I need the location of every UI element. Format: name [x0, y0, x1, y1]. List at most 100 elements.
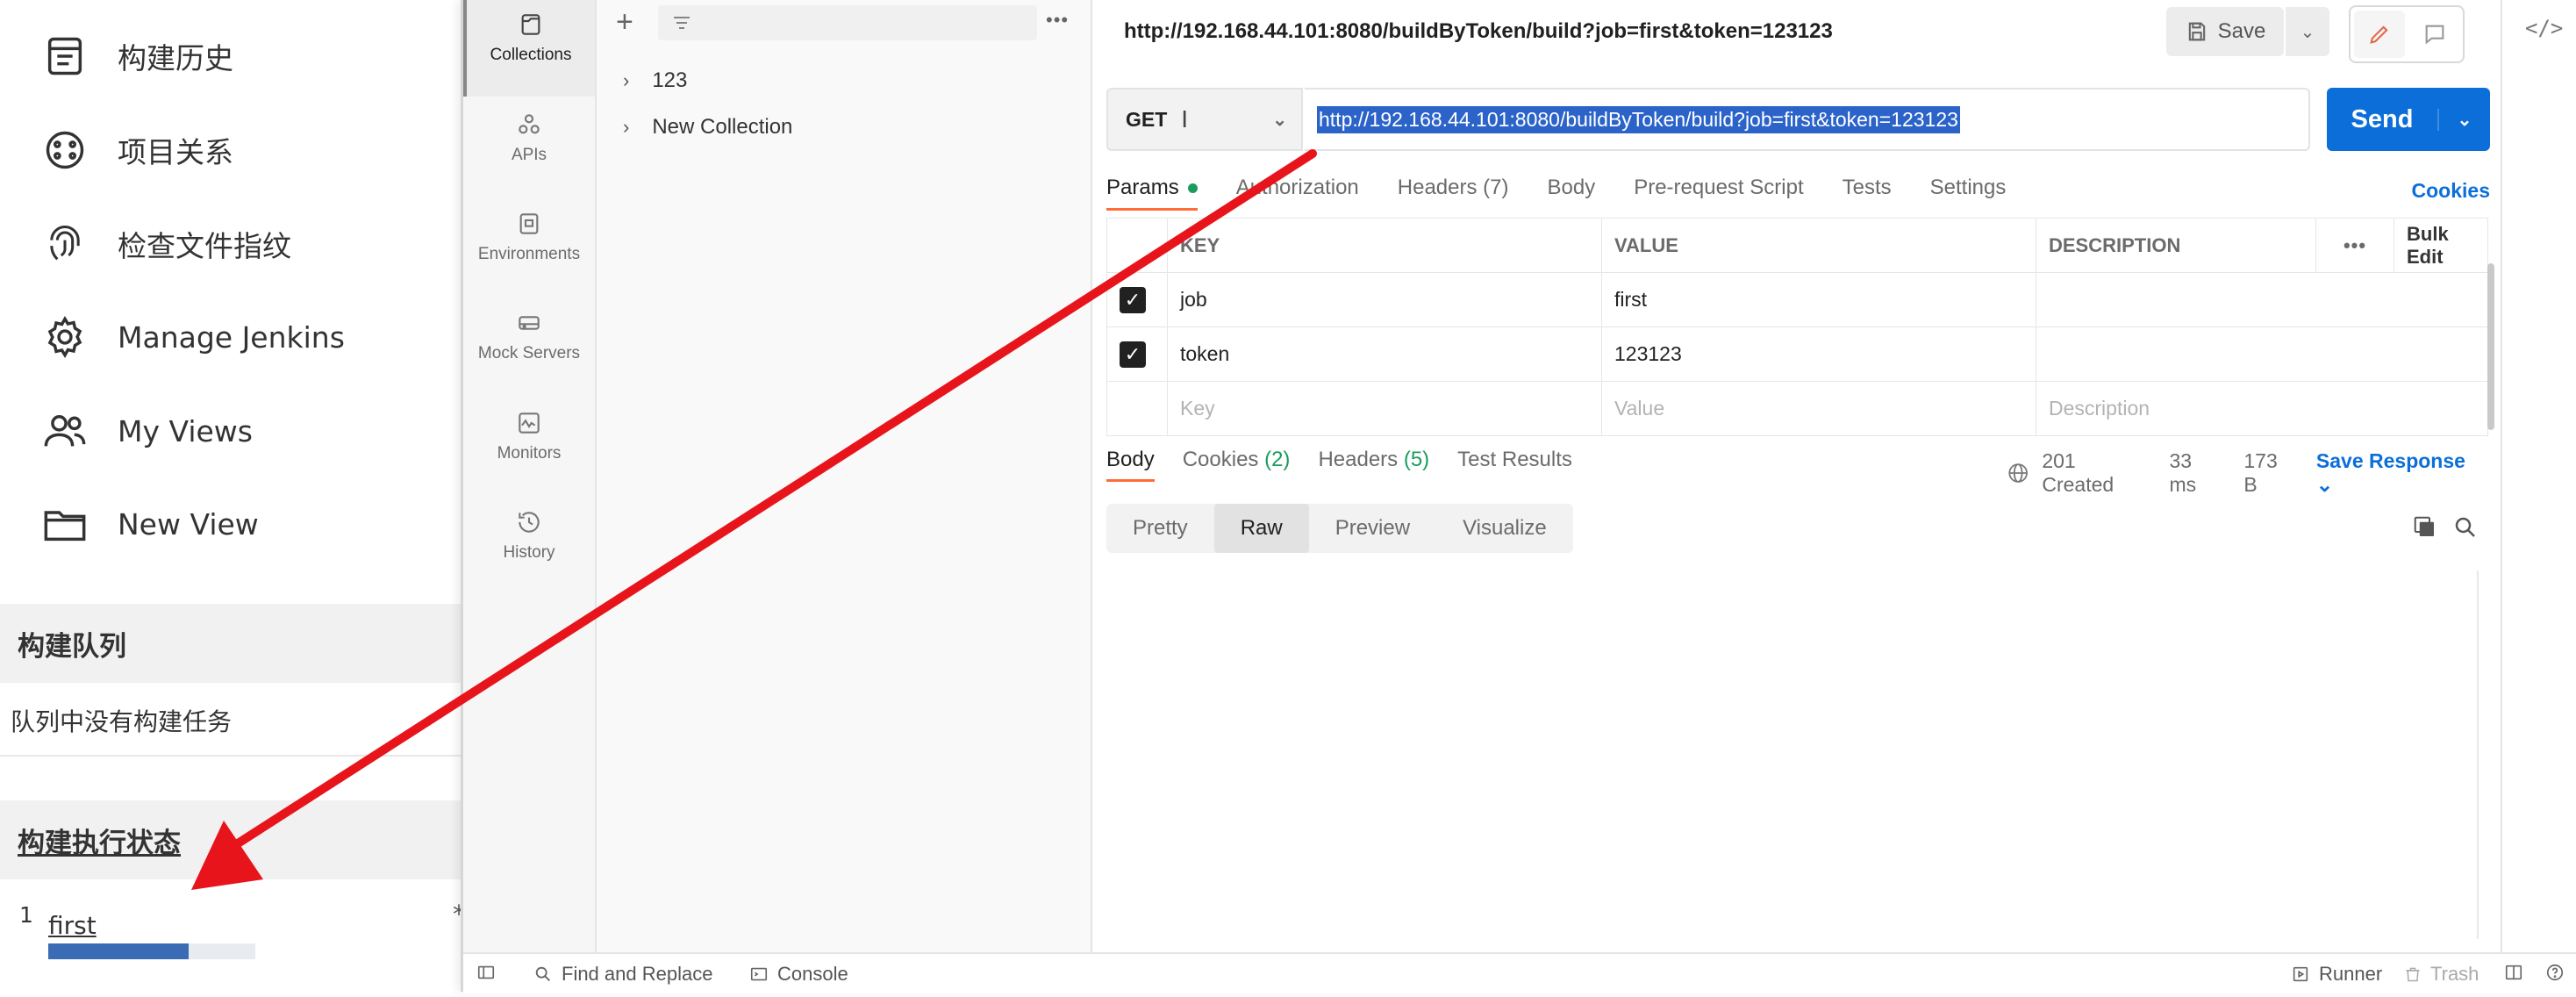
request-tab-title[interactable]: http://192.168.44.101:8080/buildByToken/… — [1124, 19, 1833, 44]
nav-label: 构建历史 — [118, 41, 233, 75]
trash-icon — [2406, 967, 2420, 982]
executor-index: 1 — [19, 902, 33, 928]
tab-params[interactable]: Params — [1106, 176, 1198, 211]
collection-label: 123 — [652, 68, 688, 92]
rail-environments[interactable]: Environments — [463, 199, 595, 296]
tab-settings[interactable]: Settings — [1930, 176, 2007, 211]
response-meta: 201 Created 33 ms 173 B Save Response ⌄ — [2007, 449, 2501, 497]
bulk-edit-button[interactable]: Bulk Edit — [2394, 218, 2488, 273]
nav-label: 项目关系 — [118, 135, 233, 169]
send-label: Send — [2351, 104, 2414, 133]
sidebar-toggle-icon[interactable] — [476, 963, 505, 982]
save-dropdown-button[interactable]: ⌄ — [2286, 7, 2329, 56]
table-header-row: KEY VALUE DESCRIPTION ••• Bulk Edit — [1106, 218, 2488, 273]
tab-body[interactable]: Body — [1548, 176, 1596, 211]
more-options-icon[interactable]: ••• — [2315, 218, 2394, 273]
help-icon[interactable] — [2544, 963, 2574, 982]
param-description-placeholder[interactable]: Description — [2036, 381, 2488, 436]
rail-mock-servers[interactable]: Mock Servers — [463, 298, 595, 395]
tab-test-results[interactable]: Test Results — [1457, 448, 1572, 482]
send-button[interactable]: Send ⌄ — [2327, 88, 2490, 151]
nav-label: 检查文件指纹 — [118, 229, 291, 263]
right-context-bar: </> — [2501, 0, 2576, 952]
mock-servers-icon — [519, 316, 540, 330]
console-button[interactable]: Console — [749, 963, 848, 986]
request-url-input[interactable]: http://192.168.44.101:8080/buildByToken/… — [1305, 88, 2310, 151]
code-icon[interactable]: </> — [2525, 16, 2563, 40]
format-raw[interactable]: Raw — [1213, 504, 1309, 553]
trash-button[interactable]: Trash — [2404, 963, 2479, 986]
response-time[interactable]: 33 ms — [2169, 449, 2221, 497]
environments-icon — [519, 213, 539, 234]
tab-response-headers[interactable]: Headers (5) — [1318, 448, 1429, 482]
apis-icon — [519, 114, 540, 134]
param-key[interactable]: job — [1167, 272, 1602, 327]
left-sidebar-rail: Collections APIs Environments Mock Serve… — [463, 0, 597, 952]
edit-mode-button[interactable] — [2354, 11, 2405, 58]
rail-history[interactable]: History — [463, 498, 595, 594]
chevron-down-icon[interactable]: ⌄ — [2437, 108, 2490, 131]
nav-my-views[interactable]: My Views — [42, 396, 253, 466]
response-size[interactable]: 173 B — [2243, 449, 2293, 497]
param-key-placeholder[interactable]: Key — [1167, 381, 1602, 436]
save-button[interactable]: Save — [2166, 7, 2284, 56]
tab-count: (5) — [1403, 448, 1430, 471]
tab-tests[interactable]: Tests — [1843, 176, 1892, 211]
format-preview[interactable]: Preview — [1309, 504, 1436, 553]
table-header-key: KEY — [1167, 218, 1602, 273]
param-key[interactable]: token — [1167, 326, 1602, 382]
tab-response-body[interactable]: Body — [1106, 448, 1155, 482]
tab-pre-request-script[interactable]: Pre-request Script — [1634, 176, 1803, 211]
gear-icon — [47, 316, 82, 358]
search-icon[interactable] — [2452, 514, 2479, 541]
param-description[interactable] — [2036, 272, 2488, 327]
rail-label: Monitors — [497, 444, 562, 463]
tab-authorization[interactable]: Authorization — [1236, 176, 1359, 211]
executor-job-link[interactable]: first — [48, 911, 97, 940]
postman-window: Collections APIs Environments Mock Serve… — [461, 0, 2576, 993]
param-value-placeholder[interactable]: Value — [1601, 381, 2036, 436]
nav-fingerprint[interactable]: 检查文件指纹 — [42, 209, 291, 279]
collection-item[interactable]: › New Collection — [623, 115, 792, 140]
save-response-label: Save Response — [2315, 449, 2465, 472]
nav-manage-jenkins[interactable]: Manage Jenkins — [42, 302, 345, 372]
comment-icon[interactable] — [2422, 22, 2447, 47]
rail-collections[interactable]: Collections — [463, 0, 595, 97]
format-visualize[interactable]: Visualize — [1436, 504, 1573, 553]
table-row: ✓ token 123123 — [1106, 326, 2488, 382]
method-select[interactable]: GET I ⌄ — [1106, 88, 1303, 151]
executor-status-header[interactable]: 构建执行状态 — [0, 800, 461, 879]
param-value[interactable]: 123123 — [1601, 326, 2036, 382]
collections-search-input[interactable] — [658, 5, 1037, 40]
tab-response-cookies[interactable]: Cookies (2) — [1183, 448, 1291, 482]
params-scrollbar[interactable] — [2487, 263, 2494, 430]
rail-monitors[interactable]: Monitors — [463, 398, 595, 495]
param-description[interactable] — [2036, 326, 2488, 382]
runner-button[interactable]: Runner — [2291, 963, 2382, 986]
save-response-button[interactable]: Save Response ⌄ — [2316, 449, 2478, 497]
executor-status-title[interactable]: 构建执行状态 — [18, 821, 181, 860]
cookies-link[interactable]: Cookies — [2412, 179, 2490, 203]
status-bar: Find and Replace Console Runner Trash — [463, 952, 2576, 993]
status-label: Find and Replace — [562, 963, 713, 985]
nav-new-view[interactable]: New View — [42, 489, 259, 559]
mode-toggle[interactable] — [2349, 5, 2465, 63]
copy-icon[interactable] — [2412, 514, 2438, 541]
collection-item[interactable]: › 123 — [623, 68, 687, 93]
checkbox[interactable]: ✓ — [1120, 286, 1146, 313]
plus-icon[interactable]: + — [616, 5, 633, 39]
method-label: GET — [1126, 107, 1168, 131]
history-icon — [519, 512, 540, 533]
response-status[interactable]: 201 Created — [2042, 449, 2146, 497]
find-replace-button[interactable]: Find and Replace — [533, 963, 712, 986]
more-options-icon[interactable]: ••• — [1046, 9, 1069, 32]
format-pretty[interactable]: Pretty — [1106, 504, 1214, 553]
param-value[interactable]: first — [1601, 272, 2036, 327]
checkbox[interactable]: ✓ — [1120, 341, 1146, 368]
nav-build-history[interactable]: 构建历史 — [42, 21, 233, 91]
tab-headers[interactable]: Headers (7) — [1398, 176, 1509, 211]
build-queue-empty: 队列中没有构建任务 — [11, 707, 233, 736]
nav-project-relationship[interactable]: 项目关系 — [42, 115, 233, 185]
two-pane-icon[interactable] — [2503, 963, 2533, 982]
rail-apis[interactable]: APIs — [463, 100, 595, 197]
